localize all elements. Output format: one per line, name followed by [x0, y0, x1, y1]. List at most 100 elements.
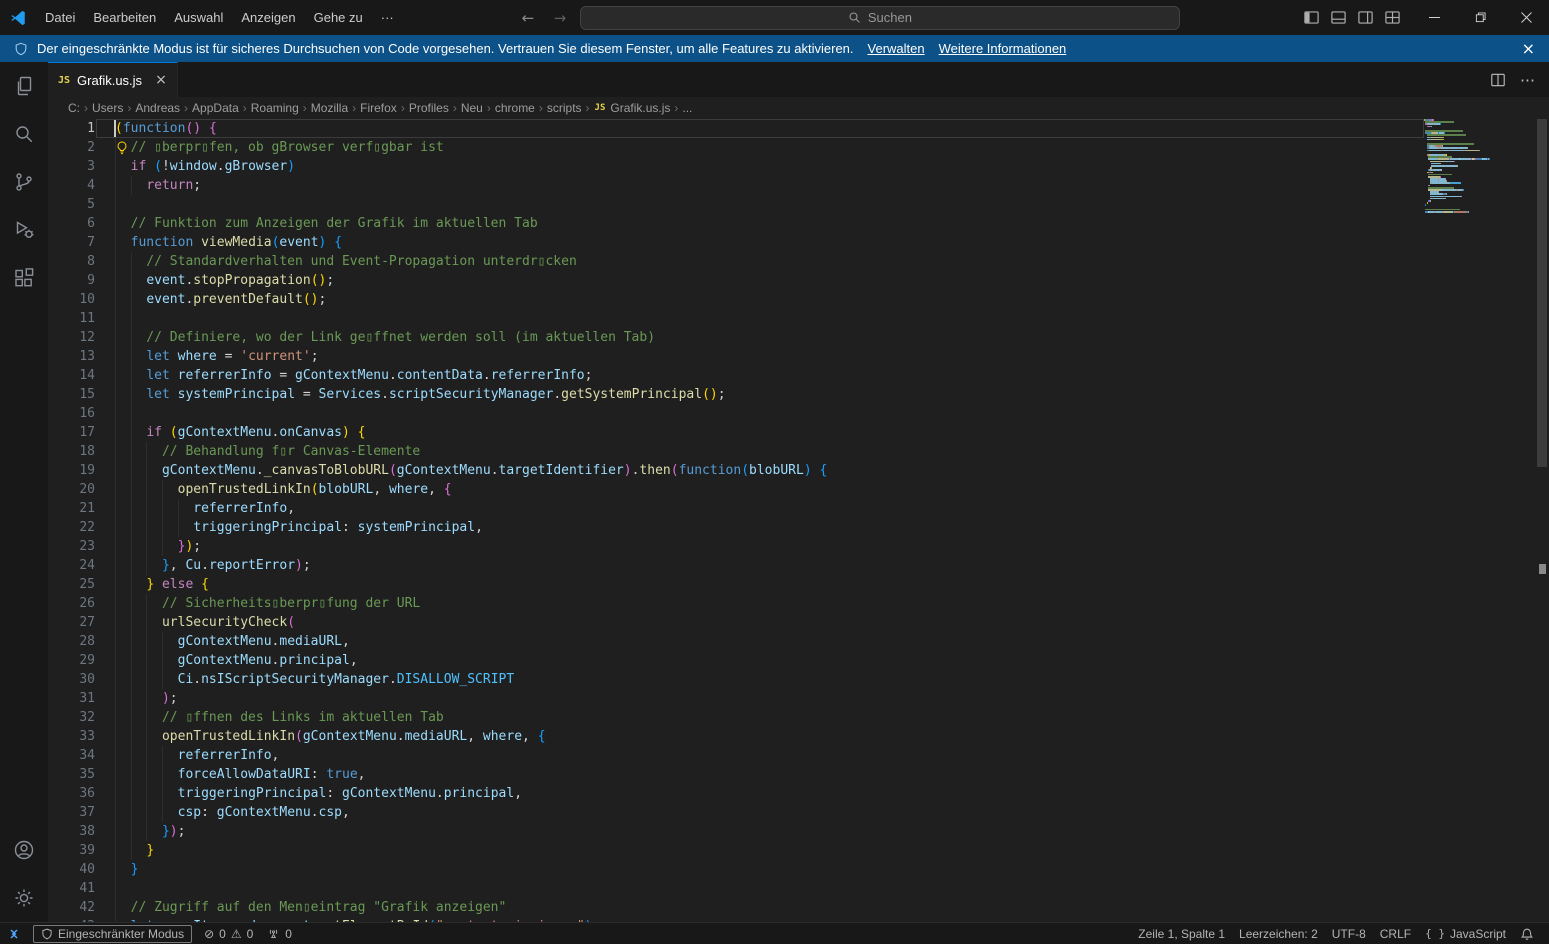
code-line-6[interactable]: 6 // Funktion zum Anzeigen der Grafik im…: [48, 214, 1549, 233]
breadcrumb-item[interactable]: Firefox: [358, 101, 399, 115]
split-editor-icon[interactable]: [1490, 72, 1506, 88]
code-line-33[interactable]: 33 openTrustedLinkIn(gContextMenu.mediaU…: [48, 727, 1549, 746]
restricted-mode-status[interactable]: Eingeschränkter Modus: [33, 925, 192, 943]
breadcrumb-item[interactable]: Roaming: [249, 101, 301, 115]
breadcrumb-item[interactable]: Users: [90, 101, 125, 115]
code-line-23[interactable]: 23 });: [48, 537, 1549, 556]
code-line-11[interactable]: 11: [48, 309, 1549, 328]
indentation-status[interactable]: Leerzeichen: 2: [1232, 923, 1325, 944]
activity-bar-account[interactable]: [0, 826, 48, 874]
breadcrumb-item[interactable]: Neu: [459, 101, 485, 115]
banner-manage-link[interactable]: Verwalten: [868, 41, 925, 56]
code-line-10[interactable]: 10 event.preventDefault();: [48, 290, 1549, 309]
code-line-38[interactable]: 38 });: [48, 822, 1549, 841]
code-line-5[interactable]: 5: [48, 195, 1549, 214]
menu-item-gehe-zu[interactable]: Gehe zu: [305, 6, 372, 30]
code-line-12[interactable]: 12 // Definiere, wo der Link ge▯ffnet we…: [48, 328, 1549, 347]
code-line-18[interactable]: 18 // Behandlung f▯r Canvas-Elemente: [48, 442, 1549, 461]
notifications-bell[interactable]: [1513, 923, 1541, 944]
menu-item-auswahl[interactable]: Auswahl: [165, 6, 232, 30]
tab-grafik-us-js[interactable]: JS Grafik.us.js ×: [48, 62, 178, 97]
problems-status[interactable]: ⊘ 0 ⚠ 0: [197, 923, 260, 944]
activity-bar-settings[interactable]: [0, 874, 48, 922]
breadcrumb-item[interactable]: C:: [66, 101, 82, 115]
menu-item-anzeigen[interactable]: Anzeigen: [232, 6, 304, 30]
code-line-43[interactable]: 43 let menuItem = document.getElementByI…: [48, 917, 1549, 922]
activity-bar-extensions[interactable]: [0, 254, 48, 302]
code-line-24[interactable]: 24 }, Cu.reportError);: [48, 556, 1549, 575]
code-editor[interactable]: 1(function() {2 // ▯berpr▯fen, ob gBrows…: [48, 119, 1549, 922]
breadcrumb-item[interactable]: AppData: [190, 101, 241, 115]
customize-layout-icon[interactable]: [1384, 9, 1401, 26]
more-actions-icon[interactable]: ⋯: [1520, 71, 1535, 89]
breadcrumb-item[interactable]: Profiles: [407, 101, 451, 115]
code-line-40[interactable]: 40 }: [48, 860, 1549, 879]
toggle-panel-icon[interactable]: [1330, 9, 1347, 26]
activity-bar-source-control[interactable]: [0, 158, 48, 206]
code-line-16[interactable]: 16: [48, 404, 1549, 423]
breadcrumb-item[interactable]: scripts: [545, 101, 584, 115]
code-line-42[interactable]: 42 // Zugriff auf den Men▯eintrag "Grafi…: [48, 898, 1549, 917]
vertical-scrollbar[interactable]: [1535, 119, 1549, 922]
lightbulb-icon[interactable]: [116, 141, 128, 155]
banner-close-icon[interactable]: ×: [1522, 39, 1535, 58]
activity-bar-search[interactable]: [0, 110, 48, 158]
code-line-19[interactable]: 19 gContextMenu._canvasToBlobURL(gContex…: [48, 461, 1549, 480]
banner-learn-more-link[interactable]: Weitere Informationen: [939, 41, 1067, 56]
scrollbar-thumb[interactable]: [1537, 119, 1547, 467]
code-line-31[interactable]: 31 );: [48, 689, 1549, 708]
close-window-button[interactable]: [1503, 0, 1549, 35]
code-line-3[interactable]: 3 if (!window.gBrowser): [48, 157, 1549, 176]
code-line-30[interactable]: 30 Ci.nsIScriptSecurityManager.DISALLOW_…: [48, 670, 1549, 689]
activity-bar-run-debug[interactable]: [0, 206, 48, 254]
menu-item-bearbeiten[interactable]: Bearbeiten: [84, 6, 165, 30]
encoding-status[interactable]: UTF-8: [1325, 923, 1373, 944]
code-line-27[interactable]: 27 urlSecurityCheck(: [48, 613, 1549, 632]
code-line-8[interactable]: 8 // Standardverhalten und Event-Propaga…: [48, 252, 1549, 271]
code-line-41[interactable]: 41: [48, 879, 1549, 898]
code-line-14[interactable]: 14 let referrerInfo = gContextMenu.conte…: [48, 366, 1549, 385]
code-line-36[interactable]: 36 triggeringPrincipal: gContextMenu.pri…: [48, 784, 1549, 803]
back-button[interactable]: ←: [516, 9, 540, 27]
code-line-7[interactable]: 7 function viewMedia(event) {: [48, 233, 1549, 252]
code-line-29[interactable]: 29 gContextMenu.principal,: [48, 651, 1549, 670]
code-line-15[interactable]: 15 let systemPrincipal = Services.script…: [48, 385, 1549, 404]
activity-bar-explorer[interactable]: [0, 62, 48, 110]
code-line-22[interactable]: 22 triggeringPrincipal: systemPrincipal,: [48, 518, 1549, 537]
code-line-4[interactable]: 4 return;: [48, 176, 1549, 195]
code-line-21[interactable]: 21 referrerInfo,: [48, 499, 1549, 518]
breadcrumb-symbols[interactable]: ...: [680, 101, 694, 115]
ports-status[interactable]: 0: [260, 923, 299, 944]
breadcrumb-item[interactable]: chrome: [493, 101, 537, 115]
language-status[interactable]: { } JavaScript: [1418, 923, 1513, 944]
breadcrumb-item[interactable]: Andreas: [133, 101, 182, 115]
code-line-13[interactable]: 13 let where = 'current';: [48, 347, 1549, 366]
toggle-primary-sidebar-icon[interactable]: [1303, 9, 1320, 26]
toggle-secondary-sidebar-icon[interactable]: [1357, 9, 1374, 26]
code-line-28[interactable]: 28 gContextMenu.mediaURL,: [48, 632, 1549, 651]
code-line-25[interactable]: 25 } else {: [48, 575, 1549, 594]
code-line-39[interactable]: 39 }: [48, 841, 1549, 860]
minimap[interactable]: [1424, 119, 1535, 922]
code-line-2[interactable]: 2 // ▯berpr▯fen, ob gBrowser verf▯gbar i…: [48, 138, 1549, 157]
breadcrumb-item[interactable]: Mozilla: [309, 101, 350, 115]
breadcrumb-file[interactable]: Grafik.us.js: [608, 101, 672, 115]
remote-indicator[interactable]: [0, 923, 28, 944]
code-line-26[interactable]: 26 // Sicherheits▯berpr▯fung der URL: [48, 594, 1549, 613]
restore-button[interactable]: [1457, 0, 1503, 35]
command-center-search[interactable]: Suchen: [580, 6, 1180, 30]
code-line-20[interactable]: 20 openTrustedLinkIn(blobURL, where, {: [48, 480, 1549, 499]
code-line-32[interactable]: 32 // ▯ffnen des Links im aktuellen Tab: [48, 708, 1549, 727]
code-line-9[interactable]: 9 event.stopPropagation();: [48, 271, 1549, 290]
minimize-button[interactable]: [1411, 0, 1457, 35]
code-line-35[interactable]: 35 forceAllowDataURI: true,: [48, 765, 1549, 784]
eol-status[interactable]: CRLF: [1373, 923, 1418, 944]
menu-item-overflow[interactable]: ···: [372, 6, 403, 30]
code-line-1[interactable]: 1(function() {: [48, 119, 1549, 138]
menu-item-datei[interactable]: Datei: [36, 6, 84, 30]
code-line-17[interactable]: 17 if (gContextMenu.onCanvas) {: [48, 423, 1549, 442]
cursor-position-status[interactable]: Zeile 1, Spalte 1: [1131, 923, 1232, 944]
code-line-37[interactable]: 37 csp: gContextMenu.csp,: [48, 803, 1549, 822]
forward-button[interactable]: →: [548, 9, 572, 27]
code-line-34[interactable]: 34 referrerInfo,: [48, 746, 1549, 765]
